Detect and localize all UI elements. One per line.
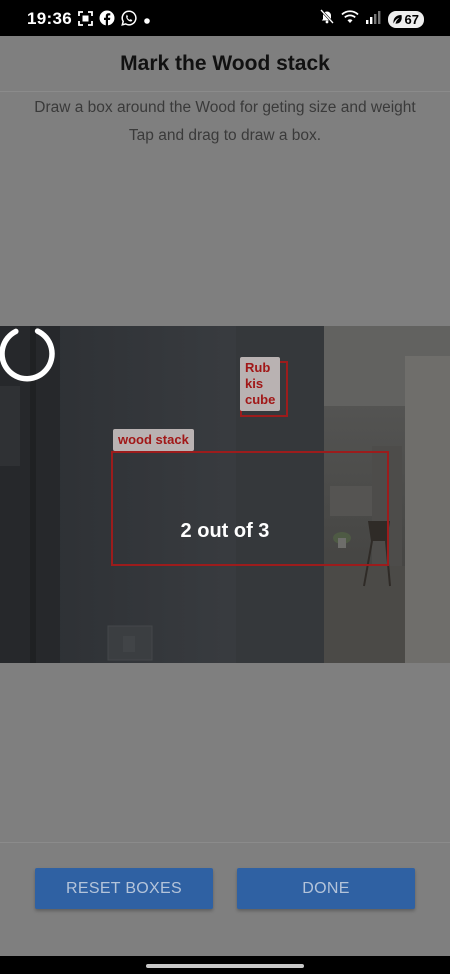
dot-icon [143, 12, 151, 30]
battery-indicator: 67 [387, 10, 424, 28]
battery-level: 67 [404, 11, 419, 27]
done-button[interactable]: DONE [237, 868, 415, 909]
progress-text: 2 out of 3 [180, 520, 270, 542]
status-time: 19:36 [27, 9, 72, 28]
header: Mark the Wood stack [0, 36, 450, 92]
instruction-line-2: Tap and drag to draw a box. [128, 127, 322, 144]
home-indicator[interactable] [146, 964, 304, 968]
divider [0, 842, 450, 843]
notification-icons [78, 10, 151, 31]
instructions: Draw a box around the Wood for geting si… [0, 94, 450, 150]
system-icons: 67 [319, 9, 424, 29]
mute-icon [319, 9, 334, 29]
facebook-icon [99, 10, 115, 31]
wifi-icon [340, 9, 359, 29]
battery-saver-icon [392, 14, 402, 24]
instruction-line-1: Draw a box around the Wood for geting si… [34, 99, 416, 116]
screenshot-icon [78, 10, 93, 31]
loading-overlay: 2 out of 3 [0, 326, 450, 663]
page-title: Mark the Wood stack [120, 51, 330, 75]
reset-boxes-button[interactable]: RESET BOXES [35, 868, 213, 909]
status-bar: 19:36 67 [0, 0, 450, 36]
loading-spinner-icon [0, 328, 55, 382]
app-screen: Mark the Wood stack Draw a box around th… [0, 36, 450, 956]
whatsapp-icon [121, 10, 137, 31]
photo-canvas[interactable]: wood stack Rub kis cube 2 out of 3 [0, 326, 450, 663]
navigation-bar [0, 956, 450, 974]
signal-icon [365, 10, 381, 29]
